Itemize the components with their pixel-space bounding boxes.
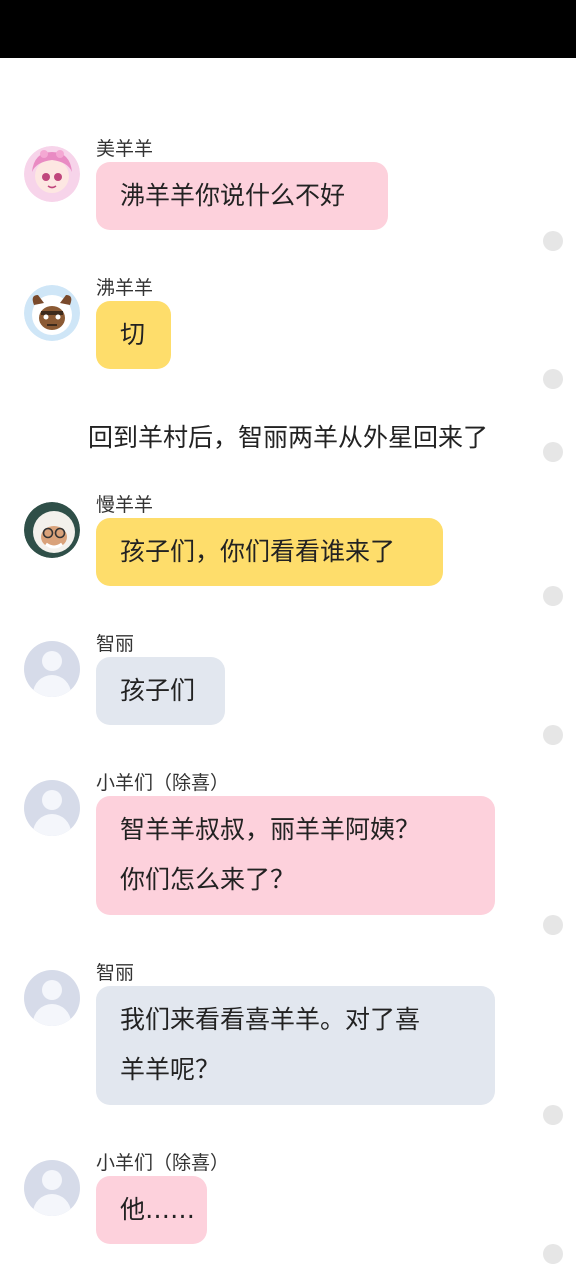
message-bubble[interactable]: 孩子们	[96, 657, 225, 725]
message-bubble[interactable]: 智羊羊叔叔，丽羊羊阿姨？ 你们怎么来了？	[96, 796, 495, 915]
sender-name: 沸羊羊	[96, 277, 154, 299]
message-text-line: 羊羊呢？	[120, 1055, 221, 1084]
message-text: 切	[120, 320, 146, 349]
narration-text: 回到羊村后，智丽两羊从外星回来了	[87, 423, 488, 452]
default-avatar[interactable]	[24, 1160, 80, 1216]
message-bubble[interactable]: 沸羊羊你说什么不好	[96, 162, 388, 230]
message-option-dot[interactable]	[543, 369, 563, 389]
message-option-dot[interactable]	[543, 1244, 563, 1264]
message-option-dot[interactable]	[543, 915, 563, 935]
sender-name: 智丽	[96, 962, 135, 984]
sender-name: 小羊们（除喜）	[96, 772, 230, 794]
message-option-dot[interactable]	[543, 1105, 563, 1125]
default-avatar[interactable]	[24, 970, 80, 1026]
message-bubble[interactable]: 我们来看看喜羊羊。对了喜 羊羊呢？	[96, 986, 495, 1105]
message-bubble[interactable]: 他……	[96, 1176, 207, 1244]
message-option-dot[interactable]	[543, 442, 563, 462]
sender-name: 慢羊羊	[96, 494, 154, 516]
default-avatar[interactable]	[24, 641, 80, 697]
status-bar	[0, 0, 576, 58]
avatar-manyangyang[interactable]	[24, 502, 80, 558]
message-option-dot[interactable]	[543, 586, 563, 606]
message-text: 沸羊羊你说什么不好	[120, 181, 346, 210]
sender-name: 智丽	[96, 633, 135, 655]
avatar-feiyangyang[interactable]	[24, 285, 80, 341]
message-text: 他……	[120, 1195, 196, 1224]
message-text: 孩子们	[120, 676, 196, 705]
message-bubble[interactable]: 切	[96, 301, 171, 369]
message-text-line: 你们怎么来了？	[120, 865, 296, 894]
sender-name: 美羊羊	[96, 138, 154, 160]
message-option-dot[interactable]	[543, 725, 563, 745]
message-text: 孩子们，你们看看谁来了	[120, 537, 396, 566]
message-text-line: 智羊羊叔叔，丽羊羊阿姨？	[120, 815, 421, 844]
sender-name: 小羊们（除喜）	[96, 1152, 230, 1174]
default-avatar[interactable]	[24, 780, 80, 836]
avatar-meiyangyang[interactable]	[24, 146, 80, 202]
message-option-dot[interactable]	[543, 231, 563, 251]
message-bubble[interactable]: 孩子们，你们看看谁来了	[96, 518, 443, 586]
message-text-line: 我们来看看喜羊羊。对了喜	[120, 1005, 421, 1034]
